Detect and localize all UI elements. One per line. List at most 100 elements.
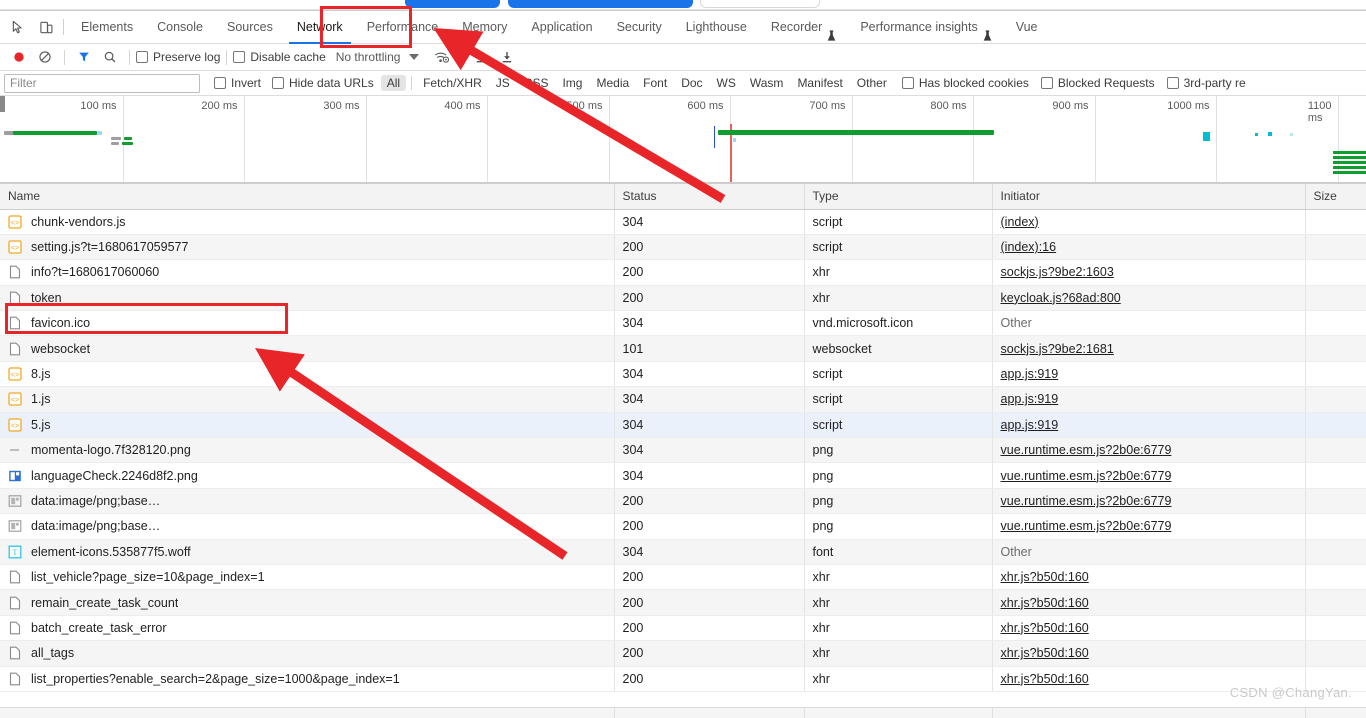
initiator-link[interactable]: keycloak.js?68ad:800: [1001, 291, 1121, 305]
filter-input[interactable]: [4, 73, 200, 93]
table-row[interactable]: all_tags 200 xhr xhr.js?b50d:160: [0, 640, 1366, 667]
filter-icon[interactable]: [71, 46, 97, 68]
third-party-box[interactable]: [1166, 77, 1179, 89]
hide-data-urls-box[interactable]: [272, 77, 285, 89]
cell-name[interactable]: <> 8.js: [0, 361, 615, 388]
tab-console[interactable]: Console: [145, 11, 215, 44]
resource-type-doc[interactable]: Doc: [675, 75, 708, 91]
initiator-link[interactable]: sockjs.js?9be2:1603: [1001, 265, 1114, 279]
table-row[interactable]: data:image/png;base… 200 png vue.runtime.es…: [0, 488, 1366, 515]
table-row[interactable]: <> 5.js 304 script app.js:919: [0, 412, 1366, 439]
table-row[interactable]: languageCheck.2246d8f2.png 304 png vue.runt…: [0, 462, 1366, 489]
resource-type-fetch-xhr[interactable]: Fetch/XHR: [417, 75, 488, 91]
initiator-link[interactable]: xhr.js?b50d:160: [1001, 646, 1089, 660]
column-header-size[interactable]: Size: [1305, 184, 1366, 210]
disable-cache-box[interactable]: [233, 51, 246, 63]
initiator-link[interactable]: xhr.js?b50d:160: [1001, 621, 1089, 635]
resource-type-wasm[interactable]: Wasm: [744, 75, 790, 91]
cell-name[interactable]: list_properties?enable_search=2&page_siz…: [0, 666, 615, 692]
has-blocked-cookies-checkbox[interactable]: Has blocked cookies: [901, 76, 1029, 90]
initiator-link[interactable]: vue.runtime.esm.js?2b0e:6779: [1001, 469, 1172, 483]
cell-name[interactable]: batch_create_task_error: [0, 615, 615, 642]
clear-button[interactable]: [32, 46, 58, 68]
cell-name[interactable]: all_tags: [0, 640, 615, 667]
tab-memory[interactable]: Memory: [450, 11, 519, 44]
tab-performance[interactable]: Performance: [355, 11, 451, 44]
tab-recorder[interactable]: Recorder: [759, 11, 848, 44]
column-header-name[interactable]: Name: [0, 184, 615, 210]
column-header-initiator[interactable]: Initiator: [992, 184, 1306, 210]
initiator-link[interactable]: sockjs.js?9be2:1681: [1001, 342, 1114, 356]
cell-name[interactable]: list_vehicle?page_size=10&page_index=1: [0, 564, 615, 591]
tab-application[interactable]: Application: [519, 11, 604, 44]
resource-type-js[interactable]: JS: [490, 75, 516, 91]
column-header-status[interactable]: Status: [614, 184, 805, 210]
cell-name[interactable]: momenta-logo.7f328120.png: [0, 437, 615, 464]
resource-type-ws[interactable]: WS: [711, 75, 742, 91]
device-toolbar-icon[interactable]: [32, 14, 60, 40]
resource-type-img[interactable]: Img: [556, 75, 588, 91]
cell-name[interactable]: <> setting.js?t=1680617059577: [0, 234, 615, 261]
invert-checkbox[interactable]: Invert: [214, 76, 261, 90]
network-overview-timeline[interactable]: 100 ms 200 ms 300 ms 400 ms 500 ms 600 ms 700 …: [0, 96, 1366, 184]
table-row[interactable]: list_properties?enable_search=2&page_siz…: [0, 666, 1366, 692]
throttling-dropdown[interactable]: No throttling: [336, 50, 420, 64]
third-party-requests-checkbox[interactable]: 3rd-party re: [1166, 76, 1246, 90]
invert-box[interactable]: [214, 77, 226, 89]
table-row[interactable]: <> 8.js 304 script app.js:919: [0, 361, 1366, 388]
cell-name[interactable]: languageCheck.2246d8f2.png: [0, 462, 615, 489]
table-row[interactable]: momenta-logo.7f328120.png 304 png vue.runti…: [0, 437, 1366, 464]
cell-name[interactable]: Telement-icons.535877f5.woff: [0, 539, 615, 565]
resource-type-css[interactable]: CSS: [518, 75, 555, 91]
table-row[interactable]: list_vehicle?page_size=10&page_index=1 20…: [0, 564, 1366, 591]
preserve-log-checkbox[interactable]: Preserve log: [136, 50, 220, 64]
table-row[interactable]: batch_create_task_error 200 xhr xhr.js?b50d…: [0, 615, 1366, 642]
table-row[interactable]: Telement-icons.535877f5.woff 304 font Other: [0, 539, 1366, 565]
cell-name[interactable]: <> chunk-vendors.js: [0, 209, 615, 235]
initiator-link[interactable]: vue.runtime.esm.js?2b0e:6779: [1001, 519, 1172, 533]
initiator-link[interactable]: xhr.js?b50d:160: [1001, 596, 1089, 610]
table-row[interactable]: token 200 xhr keycloak.js?68ad:800: [0, 285, 1366, 312]
resource-type-manifest[interactable]: Manifest: [791, 75, 848, 91]
initiator-link[interactable]: (index): [1001, 215, 1039, 229]
initiator-link[interactable]: app.js:919: [1001, 392, 1059, 406]
table-row[interactable]: websocket 101 websocket sockjs.js?9be2:1681: [0, 335, 1366, 362]
inspect-element-icon[interactable]: [4, 14, 32, 40]
tab-lighthouse[interactable]: Lighthouse: [674, 11, 759, 44]
resource-type-all[interactable]: All: [380, 75, 407, 91]
resource-type-font[interactable]: Font: [637, 75, 673, 91]
tab-performance-insights[interactable]: Performance insights: [848, 11, 1003, 44]
initiator-link[interactable]: vue.runtime.esm.js?2b0e:6779: [1001, 443, 1172, 457]
initiator-link[interactable]: app.js:919: [1001, 367, 1059, 381]
tab-security[interactable]: Security: [605, 11, 674, 44]
table-row[interactable]: info?t=1680617060060 200 xhr sockjs.js?9be2…: [0, 259, 1366, 286]
hide-data-urls-checkbox[interactable]: Hide data URLs: [272, 76, 374, 90]
import-har-icon[interactable]: [468, 46, 494, 68]
tab-elements[interactable]: Elements: [69, 11, 145, 44]
cell-name[interactable]: data:image/png;base…: [0, 488, 615, 515]
table-row[interactable]: data:image/png;base… 200 png vue.runtime.es…: [0, 513, 1366, 540]
tab-sources[interactable]: Sources: [215, 11, 285, 44]
initiator-link[interactable]: (index):16: [1001, 240, 1057, 254]
initiator-link[interactable]: xhr.js?b50d:160: [1001, 672, 1089, 686]
disable-cache-checkbox[interactable]: Disable cache: [233, 50, 326, 64]
cell-name[interactable]: <> 1.js: [0, 386, 615, 413]
resource-type-other[interactable]: Other: [851, 75, 893, 91]
table-row[interactable]: remain_create_task_count 200 xhr xhr.js?b50…: [0, 589, 1366, 616]
resource-type-media[interactable]: Media: [590, 75, 635, 91]
cell-name[interactable]: <> 5.js: [0, 412, 615, 439]
cell-name[interactable]: data:image/png;base…: [0, 513, 615, 540]
export-har-icon[interactable]: [494, 46, 520, 68]
table-row[interactable]: favicon.ico 304 vnd.microsoft.icon Other: [0, 310, 1366, 337]
cell-name[interactable]: remain_create_task_count: [0, 589, 615, 616]
has-blocked-cookies-box[interactable]: [901, 77, 914, 89]
cell-name[interactable]: websocket: [0, 335, 615, 362]
tab-vue[interactable]: Vue: [1004, 11, 1050, 44]
cell-name[interactable]: favicon.ico: [0, 310, 615, 337]
cell-name[interactable]: info?t=1680617060060: [0, 259, 615, 286]
column-header-type[interactable]: Type: [804, 184, 993, 210]
table-row[interactable]: <> chunk-vendors.js 304 script (index): [0, 209, 1366, 235]
initiator-link[interactable]: app.js:919: [1001, 418, 1059, 432]
initiator-link[interactable]: xhr.js?b50d:160: [1001, 570, 1089, 584]
table-row[interactable]: <> setting.js?t=1680617059577 200 script (in…: [0, 234, 1366, 261]
